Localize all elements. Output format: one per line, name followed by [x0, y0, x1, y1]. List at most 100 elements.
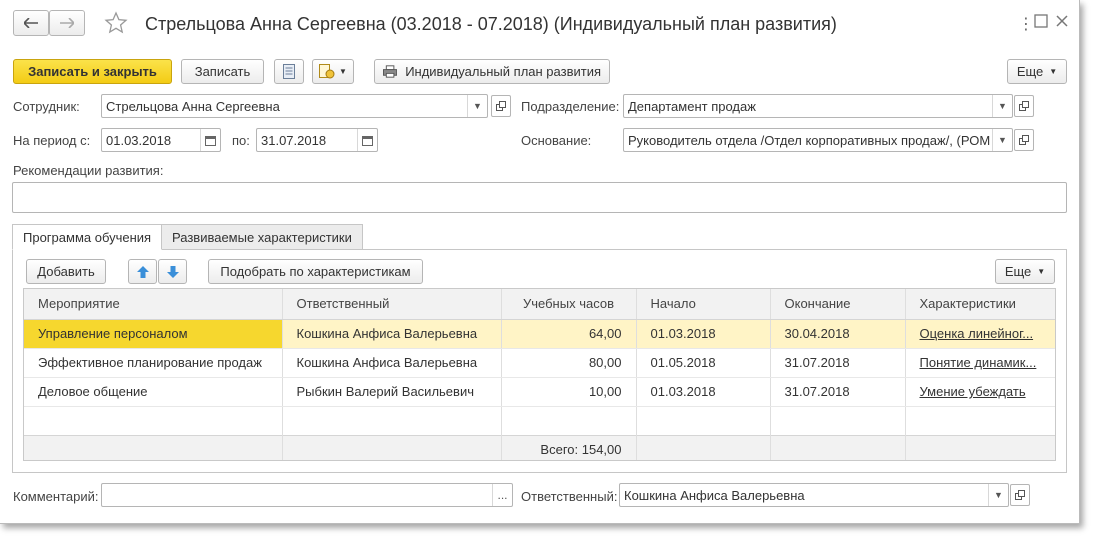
- total-hours: Всего: 154,00: [501, 434, 637, 460]
- recommendations-field[interactable]: [12, 182, 1067, 213]
- forward-button[interactable]: [49, 10, 85, 36]
- table-row[interactable]: Эффективное планирование продаж Кошкина …: [24, 348, 1055, 378]
- dropdown-arrow-icon[interactable]: ▼: [467, 95, 487, 117]
- cell-event[interactable]: Управление персоналом: [24, 319, 283, 349]
- comment-field[interactable]: ...: [101, 483, 513, 507]
- chevron-down-icon: ▼: [1049, 67, 1058, 76]
- column-header[interactable]: Мероприятие: [24, 289, 283, 320]
- arrow-up-icon: [136, 265, 149, 278]
- arrow-left-icon: [24, 18, 38, 28]
- department-field[interactable]: Департамент продаж ▼: [623, 94, 1013, 118]
- close-icon[interactable]: [1055, 14, 1069, 31]
- create-based-on-button[interactable]: ▼: [312, 59, 354, 84]
- cell-responsible[interactable]: Кошкина Анфиса Валерьевна: [282, 319, 502, 349]
- more-button[interactable]: Еще ▼: [1007, 59, 1067, 84]
- column-header[interactable]: Ответственный: [282, 289, 502, 320]
- maximize-icon[interactable]: [1034, 14, 1048, 31]
- cell-characteristics-link[interactable]: Умение убеждать: [905, 377, 1055, 407]
- cell-end[interactable]: 31.07.2018: [770, 377, 906, 407]
- arrow-right-icon: [60, 18, 74, 28]
- save-and-close-button[interactable]: Записать и закрыть: [13, 59, 172, 84]
- department-label: Подразделение:: [521, 99, 620, 114]
- employee-value: Стрельцова Анна Сергеевна: [106, 98, 280, 114]
- training-table: Мероприятие Ответственный Учебных часов …: [23, 288, 1056, 461]
- period-to-label: по:: [232, 133, 250, 148]
- chevron-down-icon: ▼: [339, 67, 347, 76]
- more-label: Еще: [1016, 64, 1044, 79]
- cell-characteristics-link[interactable]: Понятие динамик...: [905, 348, 1055, 378]
- cell-responsible[interactable]: Кошкина Анфиса Валерьевна: [282, 348, 502, 378]
- print-plan-label: Индивидуальный план развития: [405, 64, 601, 79]
- table-more-button[interactable]: Еще ▼: [995, 259, 1055, 284]
- cell-event[interactable]: Деловое общение: [24, 377, 283, 407]
- employee-label: Сотрудник:: [13, 99, 80, 114]
- cell-start[interactable]: 01.05.2018: [636, 348, 771, 378]
- document-list-icon: [283, 64, 295, 79]
- empty-row: [24, 406, 1055, 435]
- table-row[interactable]: Деловое общение Рыбкин Валерий Васильеви…: [24, 377, 1055, 407]
- dropdown-arrow-icon[interactable]: ▼: [992, 129, 1012, 151]
- column-header[interactable]: Учебных часов: [501, 289, 637, 320]
- period-from-field[interactable]: 01.03.2018: [101, 128, 221, 152]
- report-button[interactable]: [274, 59, 304, 84]
- ellipsis-select-icon[interactable]: ...: [492, 484, 512, 506]
- cell-responsible[interactable]: Рыбкин Валерий Васильевич: [282, 377, 502, 407]
- responsible-open-button[interactable]: [1010, 484, 1030, 506]
- tab-developed-characteristics[interactable]: Развиваемые характеристики: [161, 224, 363, 250]
- table-header: Мероприятие Ответственный Учебных часов …: [24, 289, 1055, 320]
- recommendations-label: Рекомендации развития:: [13, 163, 164, 178]
- responsible-value: Кошкина Анфиса Валерьевна: [624, 487, 805, 503]
- cell-start[interactable]: 01.03.2018: [636, 377, 771, 407]
- favorite-star-icon[interactable]: [104, 11, 128, 35]
- department-open-button[interactable]: [1014, 95, 1034, 117]
- tab-training-program[interactable]: Программа обучения: [12, 224, 163, 250]
- print-plan-button[interactable]: Индивидуальный план развития: [374, 59, 610, 84]
- department-value: Департамент продаж: [628, 98, 756, 114]
- back-button[interactable]: [13, 10, 49, 36]
- arrow-down-icon: [166, 265, 179, 278]
- column-header[interactable]: Окончание: [770, 289, 906, 320]
- calendar-icon[interactable]: [200, 129, 220, 151]
- period-from-value: 01.03.2018: [106, 132, 172, 148]
- move-up-button[interactable]: [128, 259, 157, 284]
- window-menu-icon[interactable]: ⋮: [1018, 14, 1034, 34]
- add-button[interactable]: Добавить: [26, 259, 106, 284]
- move-down-button[interactable]: [158, 259, 187, 284]
- chevron-down-icon: ▼: [1037, 267, 1046, 276]
- period-to-field[interactable]: 31.07.2018: [256, 128, 378, 152]
- window-title: Стрельцова Анна Сергеевна (03.2018 - 07.…: [145, 14, 837, 34]
- pick-by-characteristics-button[interactable]: Подобрать по характеристикам: [208, 259, 423, 284]
- cell-hours[interactable]: 80,00: [501, 348, 637, 378]
- basis-value: Руководитель отдела /Отдел корпоративных…: [628, 132, 991, 148]
- cell-hours[interactable]: 64,00: [501, 319, 637, 349]
- form-window: Стрельцова Анна Сергеевна (03.2018 - 07.…: [0, 0, 1080, 524]
- tab-panel: Добавить Подобрать по характеристикам Ещ…: [12, 249, 1067, 473]
- cell-characteristics-link[interactable]: Оценка линейног...: [905, 319, 1055, 349]
- responsible-field[interactable]: Кошкина Анфиса Валерьевна ▼: [619, 483, 1009, 507]
- comment-label: Комментарий:: [13, 489, 99, 504]
- basis-open-button[interactable]: [1014, 129, 1034, 151]
- cell-event[interactable]: Эффективное планирование продаж: [24, 348, 283, 378]
- cell-hours[interactable]: 10,00: [501, 377, 637, 407]
- basis-field[interactable]: Руководитель отдела /Отдел корпоративных…: [623, 128, 1013, 152]
- open-link-icon: [496, 101, 506, 111]
- cell-start[interactable]: 01.03.2018: [636, 319, 771, 349]
- dropdown-arrow-icon[interactable]: ▼: [992, 95, 1012, 117]
- open-link-icon: [1015, 490, 1025, 500]
- save-button[interactable]: Записать: [181, 59, 264, 84]
- printer-icon: [383, 65, 398, 78]
- table-more-label: Еще: [1004, 264, 1032, 279]
- table-footer: Всего: 154,00: [24, 434, 1055, 460]
- column-header[interactable]: Начало: [636, 289, 771, 320]
- open-link-icon: [1019, 101, 1029, 111]
- calendar-icon[interactable]: [357, 129, 377, 151]
- dropdown-arrow-icon[interactable]: ▼: [988, 484, 1008, 506]
- period-to-value: 31.07.2018: [261, 132, 327, 148]
- employee-field[interactable]: Стрельцова Анна Сергеевна ▼: [101, 94, 488, 118]
- cell-end[interactable]: 31.07.2018: [770, 348, 906, 378]
- column-header[interactable]: Характеристики: [905, 289, 1055, 320]
- employee-open-button[interactable]: [491, 95, 511, 117]
- tab-developed-characteristics-label: Развиваемые характеристики: [172, 229, 352, 245]
- cell-end[interactable]: 30.04.2018: [770, 319, 906, 349]
- table-row[interactable]: Управление персоналом Кошкина Анфиса Вал…: [24, 319, 1055, 349]
